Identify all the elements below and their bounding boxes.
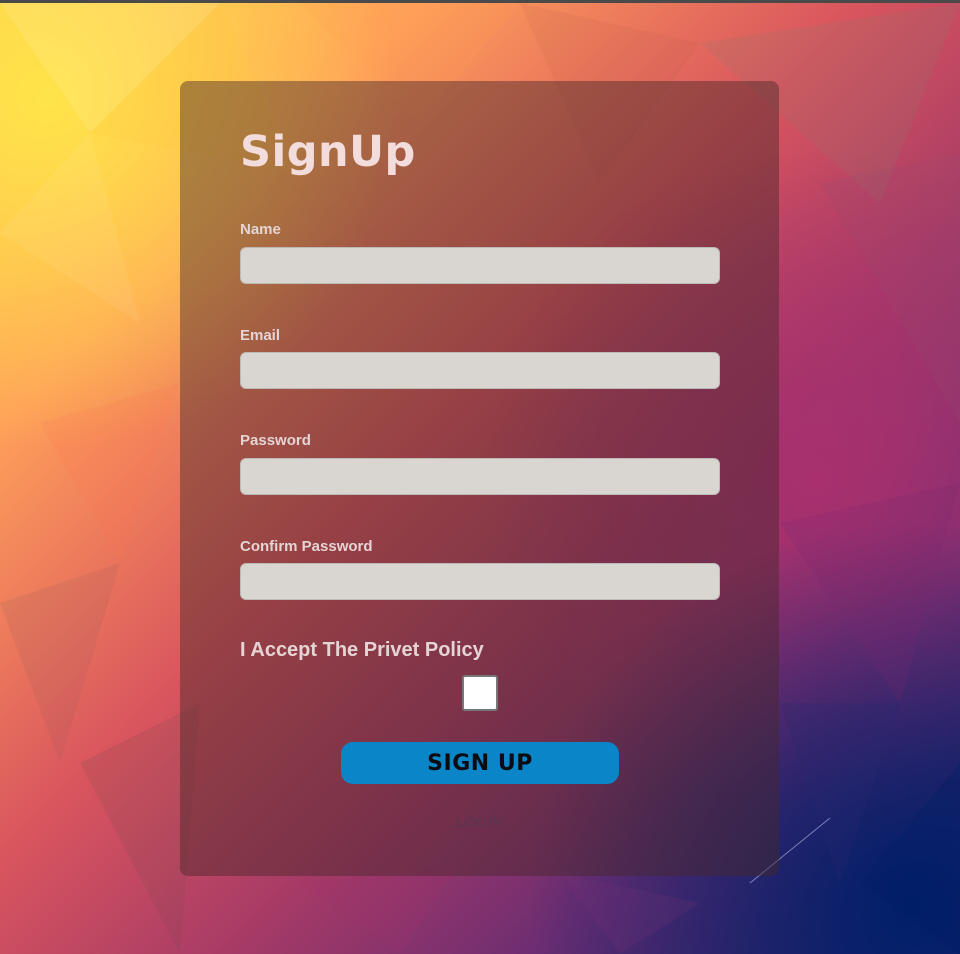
- password-label: Password: [240, 432, 311, 449]
- email-input[interactable]: [240, 352, 720, 389]
- name-input[interactable]: [240, 247, 720, 284]
- login-link[interactable]: LOGIN: [180, 814, 779, 831]
- page-title: SignUp: [240, 127, 416, 177]
- email-label: Email: [240, 327, 281, 344]
- name-label: Name: [240, 221, 281, 238]
- confirm-password-input[interactable]: [240, 563, 720, 600]
- policy-label: I Accept The Privet Policy: [240, 639, 484, 661]
- password-input[interactable]: [240, 458, 720, 495]
- confirm-password-label: Confirm Password: [240, 538, 373, 555]
- policy-checkbox[interactable]: [462, 675, 498, 711]
- signup-button[interactable]: SIGN UP: [341, 742, 619, 784]
- signup-card: SignUp Name Email Password Confirm Passw…: [180, 81, 779, 876]
